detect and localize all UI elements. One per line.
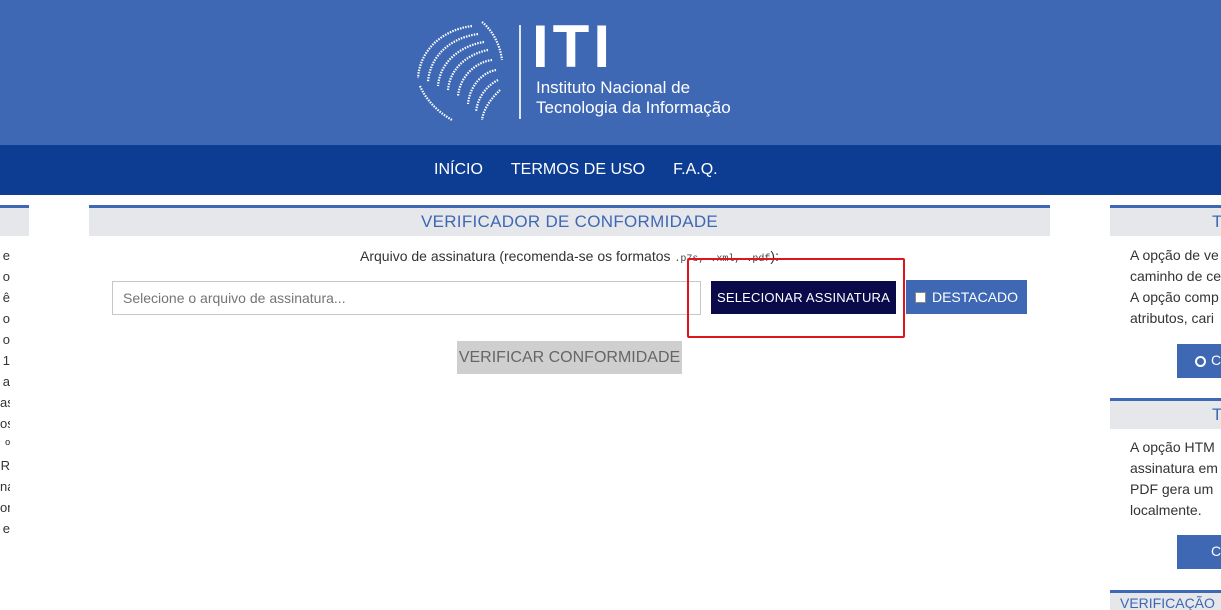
right-text-line: A opção de ve [1130,247,1219,263]
left-text-line: º [5,437,10,452]
select-signature-button[interactable]: SELECIONAR ASSINATURA [711,281,896,314]
left-text-line: R [0,458,10,473]
right-text-line: caminho de ce [1130,268,1221,284]
left-text-line: e [2,521,10,536]
page-title: VERIFICADOR DE CONFORMIDADE [420,212,719,231]
left-panel-text: e o ê o o 1 a as os º R na or e [0,245,10,539]
logo-subtitle-line1: Instituto Nacional de [536,78,691,97]
nav-item-termos-de-uso[interactable]: TERMOS DE USO [497,145,659,195]
right-text-line: localmente. [1130,502,1202,518]
nav-item-faq[interactable]: F.A.Q. [659,145,731,195]
right-panel-header-1: T [1110,205,1221,236]
left-text-line: e [2,248,10,263]
detached-label: DESTACADO [931,289,1019,305]
detached-toggle[interactable]: DESTACADO [906,280,1027,314]
hint-prefix: Arquivo de assinatura (recomenda-se os f… [360,248,675,264]
left-text-line: o [2,269,10,284]
file-format-hint: Arquivo de assinatura (recomenda-se os f… [89,246,1050,270]
right-panel-button-2[interactable]: C [1177,535,1221,569]
logo-divider [519,25,521,119]
left-text-line: na [0,479,10,494]
site-header: ITI Instituto Nacional de Tecnologia da … [0,0,1221,145]
logo-title: ITI [532,13,614,80]
right-text-line: assinatura em [1130,460,1218,476]
right-text-line: A opção HTM [1130,439,1215,455]
right-panel-button-1[interactable]: C [1177,344,1221,378]
logo-subtitle: Instituto Nacional de Tecnologia da Info… [536,78,746,118]
right-text-line: PDF gera um [1130,481,1214,497]
left-text-line: os [0,416,10,431]
right-panel-title-3: VERIFICAÇÃO [1120,595,1215,610]
verify-conformity-button[interactable]: VERIFICAR CONFORMIDADE [457,341,682,374]
right-panel-title-2: T [1212,405,1221,425]
right-panel-title-1: T [1212,212,1221,232]
nav-item-inicio[interactable]: INÍCIO [420,145,497,195]
left-panel-header [0,205,29,236]
right-text-line: A opção comp [1130,289,1219,305]
right-text-line: atributos, cari [1130,310,1215,326]
verifier-header: VERIFICADOR DE CONFORMIDADE [89,205,1050,236]
left-text-line: as [0,395,10,410]
right-panel-header-3: VERIFICAÇÃO [1110,590,1221,610]
right-button-label-2: C [1211,543,1221,559]
main-nav: INÍCIO TERMOS DE USO F.A.Q. [0,145,1221,195]
left-text-line: or [0,500,10,515]
signature-file-input[interactable] [112,281,701,315]
circle-icon [1195,356,1206,367]
left-text-line: o [2,332,10,347]
detached-checkbox[interactable] [914,291,926,303]
logo-subtitle-line2: Tecnologia da Informação [536,98,731,117]
left-text-line: ê [2,290,10,305]
fingerprint-logo-icon [416,21,504,121]
left-text-line: 1 [2,353,10,368]
right-panel-header-2: T [1110,398,1221,429]
iti-logo[interactable]: ITI Instituto Nacional de Tecnologia da … [412,14,742,128]
left-text-line: o [2,311,10,326]
right-button-label-1: C [1211,352,1221,368]
right-panel-text-1: A opção de ve caminho de ce A opção comp… [1130,245,1221,329]
right-panel-text-2: A opção HTM assinatura em PDF gera um lo… [1130,437,1221,521]
left-text-line: a [2,374,10,389]
